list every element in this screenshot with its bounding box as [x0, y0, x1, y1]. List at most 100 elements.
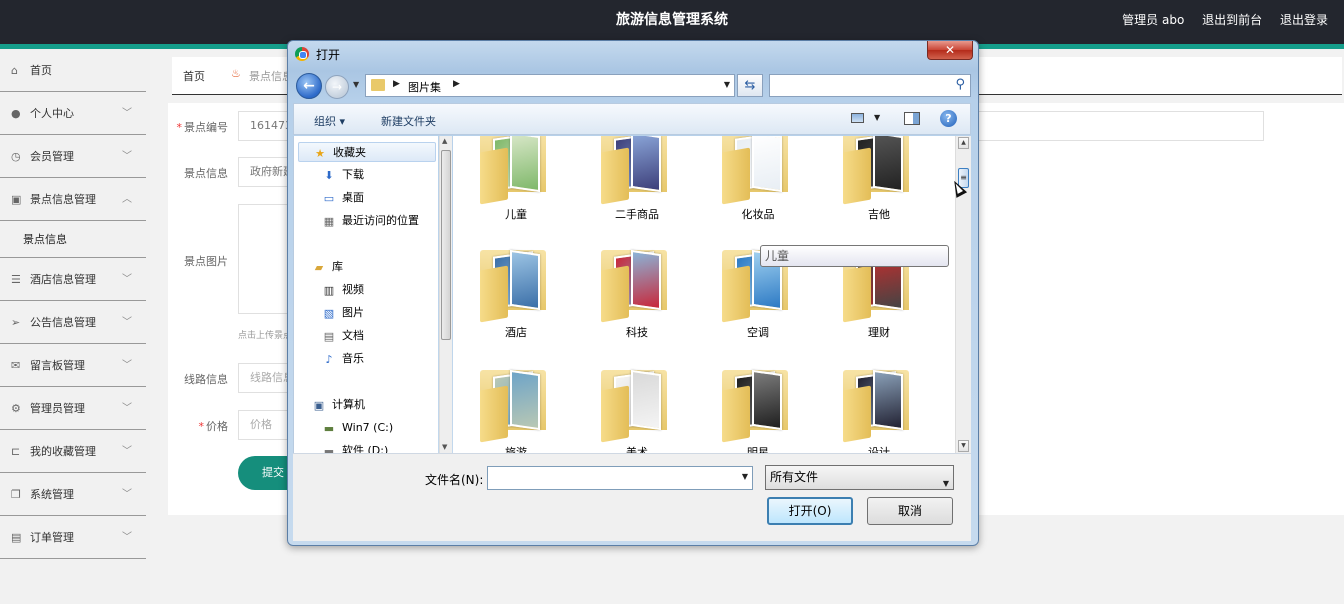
nav-item-pictures[interactable]: ▧ 图片 [322, 303, 364, 323]
back-button[interactable]: ← [296, 73, 322, 99]
sidebar-item-messages[interactable]: ✉ 留言板管理 ﹀ [0, 344, 146, 387]
sidebar-subitem-attraction-info[interactable]: 景点信息 [0, 221, 146, 258]
folder-item[interactable]: 儿童 [453, 136, 546, 248]
front-link[interactable]: 退出到前台 [1202, 13, 1262, 27]
preview-pane-icon[interactable] [904, 112, 920, 125]
nav-item-desktop[interactable]: ▭ 桌面 [322, 188, 364, 208]
sidebar-item-members[interactable]: ◷ 会员管理 ﹀ [0, 135, 146, 178]
computer-icon: ▣ [313, 398, 325, 412]
folder-thumbnail [510, 136, 540, 193]
chrome-icon [295, 47, 309, 61]
top-bar: 旅游信息管理系统 管理员 abo 退出到前台 退出登录 [0, 0, 1344, 44]
nav-item-downloads[interactable]: ⬇ 下载 [322, 165, 364, 185]
filename-dropdown-icon[interactable]: ▼ [742, 472, 748, 481]
view-icon[interactable] [851, 113, 864, 123]
refresh-button[interactable]: ⇆ [737, 74, 763, 97]
address-path: 图片集 [408, 81, 441, 94]
nav-item-recent[interactable]: ▦ 最近访问的位置 [322, 211, 419, 231]
filetype-select[interactable]: 所有文件 ▼ [765, 465, 954, 490]
filename-field[interactable]: ▼ [487, 466, 753, 490]
sidebar-item-admins[interactable]: ⚙ 管理员管理 ﹀ [0, 387, 146, 430]
clock-icon: ◷ [11, 150, 21, 163]
filetype-dropdown-icon: ▼ [942, 479, 949, 488]
scroll-up-icon[interactable]: ▲ [442, 137, 447, 145]
folder-item[interactable]: 吉他 [816, 136, 909, 248]
folder-thumbnail [873, 369, 903, 431]
sidebar-item-label: 个人中心 [30, 107, 74, 120]
sidebar-item-label: 景点信息管理 [30, 193, 96, 206]
sidebar-item-orders[interactable]: ▤ 订单管理 ﹀ [0, 516, 146, 559]
folder-thumbnail [873, 136, 903, 193]
price-label: * 价格 [198, 420, 229, 433]
folder-item[interactable]: 理财 [816, 249, 909, 366]
mail-icon: ✉ [11, 359, 21, 372]
organize-menu[interactable]: 组织 ▾ [314, 113, 345, 129]
send-icon: ➢ [11, 316, 21, 329]
nav-item-documents[interactable]: ▤ 文档 [322, 326, 364, 346]
new-folder-button[interactable]: 新建文件夹 [381, 113, 436, 129]
folder-name: 设计 [868, 446, 890, 453]
nav-item-drive-d[interactable]: ▬ 软件 (D:) [322, 441, 388, 453]
sidebar-item-home[interactable]: ⌂ 首页 [0, 49, 146, 92]
file-open-dialog: 打开 ✕ ← → ▼ ▶ 图片集 ▶ ▼ ⇆ ⚲ 组织 ▾ 新建文件夹 ▼ ? … [287, 40, 979, 546]
clipboard-icon: ▣ [11, 193, 22, 206]
folder-item[interactable]: 科技 [574, 249, 667, 366]
sidebar-item-label: 公告信息管理 [30, 316, 96, 329]
desktop-icon: ▭ [323, 191, 335, 205]
folder-name: 儿童 [505, 208, 527, 221]
folder-item[interactable]: 化妆品 [695, 136, 788, 248]
nav-item-drive-c[interactable]: ▬ Win7 (C:) [322, 418, 393, 438]
view-dropdown-icon[interactable]: ▼ [874, 113, 880, 122]
recent-pages-dropdown[interactable]: ▼ [353, 80, 359, 89]
help-icon[interactable]: ? [940, 110, 957, 127]
open-button[interactable]: 打开(O) [767, 497, 853, 525]
sidebar-item-notices[interactable]: ➢ 公告信息管理 ﹀ [0, 301, 146, 344]
address-bar[interactable]: ▶ 图片集 ▶ ▼ [365, 74, 735, 97]
folder-flap [722, 385, 750, 443]
folder-thumbnail [752, 369, 782, 431]
search-input[interactable]: ⚲ [769, 74, 971, 97]
copy-icon: ❐ [11, 488, 21, 501]
folder-item[interactable]: 设计 [816, 369, 909, 453]
nav-item-favorites[interactable]: ★ 收藏夹 [298, 142, 436, 162]
nav-item-music[interactable]: ♪ 音乐 [322, 349, 364, 369]
chevron-down-icon: ﹀ [122, 403, 132, 414]
close-button[interactable]: ✕ [927, 41, 973, 60]
folder-item[interactable]: 美术 [574, 369, 667, 453]
folder-item[interactable]: 酒店 [453, 249, 546, 366]
folder-item[interactable]: 旅游 [453, 369, 546, 453]
sidebar-item-attractions[interactable]: ▣ 景点信息管理 ︿ [0, 178, 146, 221]
cancel-button[interactable]: 取消 [867, 497, 953, 525]
address-dropdown-icon[interactable]: ▼ [724, 80, 730, 89]
sidebar-item-personal[interactable]: ● 个人中心 ﹀ [0, 92, 146, 135]
folder-flap [601, 385, 629, 443]
printer-icon: ▤ [11, 531, 22, 544]
folder-name: 明星 [747, 446, 769, 453]
logout-link[interactable]: 退出登录 [1280, 13, 1328, 27]
video-icon: ▥ [323, 283, 335, 297]
nav-item-libraries[interactable]: ▰ 库 [312, 257, 343, 277]
drive-icon: ▬ [323, 421, 335, 435]
folder-item[interactable]: 二手商品 [574, 136, 667, 248]
forward-button[interactable]: → [325, 75, 349, 99]
nav-scroll-thumb[interactable] [441, 150, 451, 340]
folder-icon [371, 79, 385, 91]
sidebar-item-favorites[interactable]: ⊏ 我的收藏管理 ﹀ [0, 430, 146, 473]
sidebar-item-label: 管理员管理 [30, 402, 85, 415]
code-label: * 景点编号 [176, 121, 229, 134]
scroll-down-icon[interactable]: ▼ [958, 440, 969, 452]
folder-item[interactable]: 空调 [695, 249, 788, 366]
scroll-up-icon[interactable]: ▲ [958, 137, 969, 149]
breadcrumb-home[interactable]: 首页 [183, 68, 205, 84]
folder-flap [843, 147, 871, 205]
folder-flap [843, 265, 871, 323]
sidebar-item-system[interactable]: ❐ 系统管理 ﹀ [0, 473, 146, 516]
nav-scrollbar[interactable]: ▲ ▼ [439, 136, 452, 453]
sidebar-item-hotels[interactable]: ☰ 酒店信息管理 ﹀ [0, 258, 146, 301]
scroll-down-icon[interactable]: ▼ [442, 443, 447, 451]
nav-item-videos[interactable]: ▥ 视频 [322, 280, 364, 300]
chevron-down-icon: ﹀ [122, 360, 132, 371]
nav-item-computer[interactable]: ▣ 计算机 [312, 395, 365, 415]
pictures-icon: ▧ [323, 306, 335, 320]
folder-item[interactable]: 明星 [695, 369, 788, 453]
